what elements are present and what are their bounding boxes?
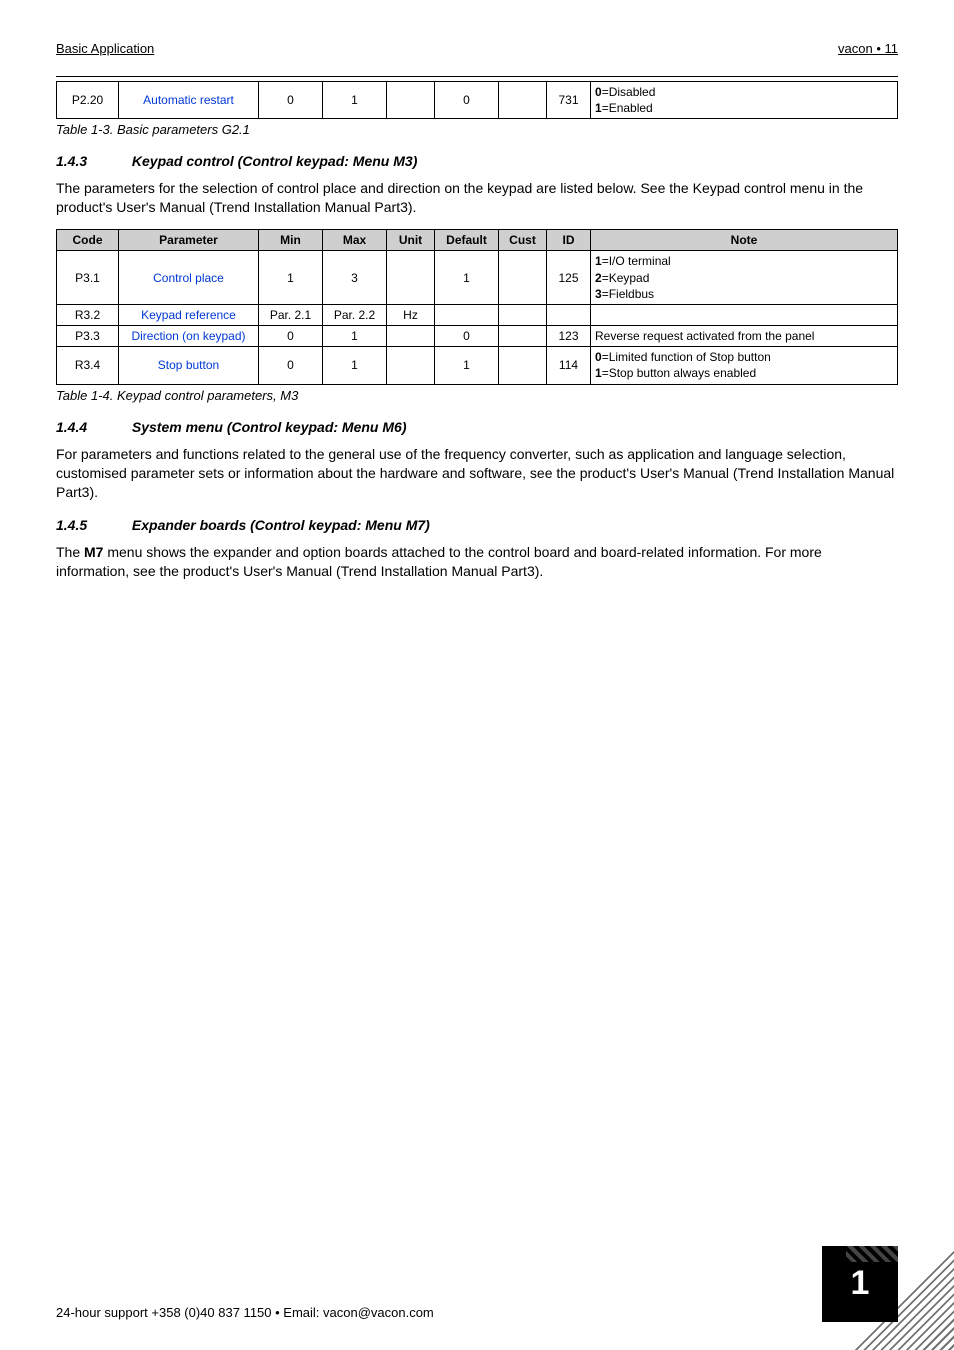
- table-row: P3.1 Control place 1 3 1 125 1=I/O termi…: [57, 251, 898, 305]
- param-link-keypad-reference[interactable]: Keypad reference: [141, 308, 236, 322]
- note-cell: Reverse request activated from the panel: [591, 326, 898, 347]
- table1-caption: Table 1-3. Basic parameters G2.1: [56, 121, 898, 139]
- hatch-pattern: [846, 1246, 898, 1262]
- table2-caption: Table 1-4. Keypad control parameters, M3: [56, 387, 898, 405]
- note-cell: 0=Disabled1=Enabled: [591, 81, 898, 118]
- table-header-row: Code Parameter Min Max Unit Default Cust…: [57, 230, 898, 251]
- section-143-body: The parameters for the selection of cont…: [56, 179, 898, 217]
- table-row: P3.3 Direction (on keypad) 0 1 0 123 Rev…: [57, 326, 898, 347]
- section-143-heading: 1.4.3 Keypad control (Control keypad: Me…: [56, 152, 898, 171]
- section-144-heading: 1.4.4 System menu (Control keypad: Menu …: [56, 418, 898, 437]
- section-145-heading: 1.4.5 Expander boards (Control keypad: M…: [56, 516, 898, 535]
- section-144-body: For parameters and functions related to …: [56, 445, 898, 502]
- table-row: P2.20 Automatic restart 0 1 0 731 0=Disa…: [57, 81, 898, 118]
- table-basic-params: P2.20 Automatic restart 0 1 0 731 0=Disa…: [56, 81, 898, 119]
- header-right: vacon • 11: [838, 40, 898, 58]
- param-link-stop-button[interactable]: Stop button: [158, 358, 219, 372]
- param-link-control-place[interactable]: Control place: [153, 271, 224, 285]
- page-number-tab: 1: [822, 1246, 898, 1322]
- footer-text: 24-hour support +358 (0)40 837 1150 • Em…: [56, 1304, 434, 1322]
- param-link-automatic-restart[interactable]: Automatic restart: [143, 93, 234, 107]
- param-link-direction-keypad[interactable]: Direction (on keypad): [131, 329, 245, 343]
- section-145-body: The M7 menu shows the expander and optio…: [56, 543, 898, 581]
- note-cell: 1=I/O terminal2=Keypad3=Fieldbus: [591, 251, 898, 305]
- header-left: Basic Application: [56, 40, 154, 58]
- table-row: R3.4 Stop button 0 1 1 114 0=Limited fun…: [57, 347, 898, 384]
- table-row: R3.2 Keypad reference Par. 2.1 Par. 2.2 …: [57, 304, 898, 325]
- note-cell: 0=Limited function of Stop button1=Stop …: [591, 347, 898, 384]
- footer: 24-hour support +358 (0)40 837 1150 • Em…: [56, 1246, 898, 1322]
- table-keypad-control: Code Parameter Min Max Unit Default Cust…: [56, 229, 898, 385]
